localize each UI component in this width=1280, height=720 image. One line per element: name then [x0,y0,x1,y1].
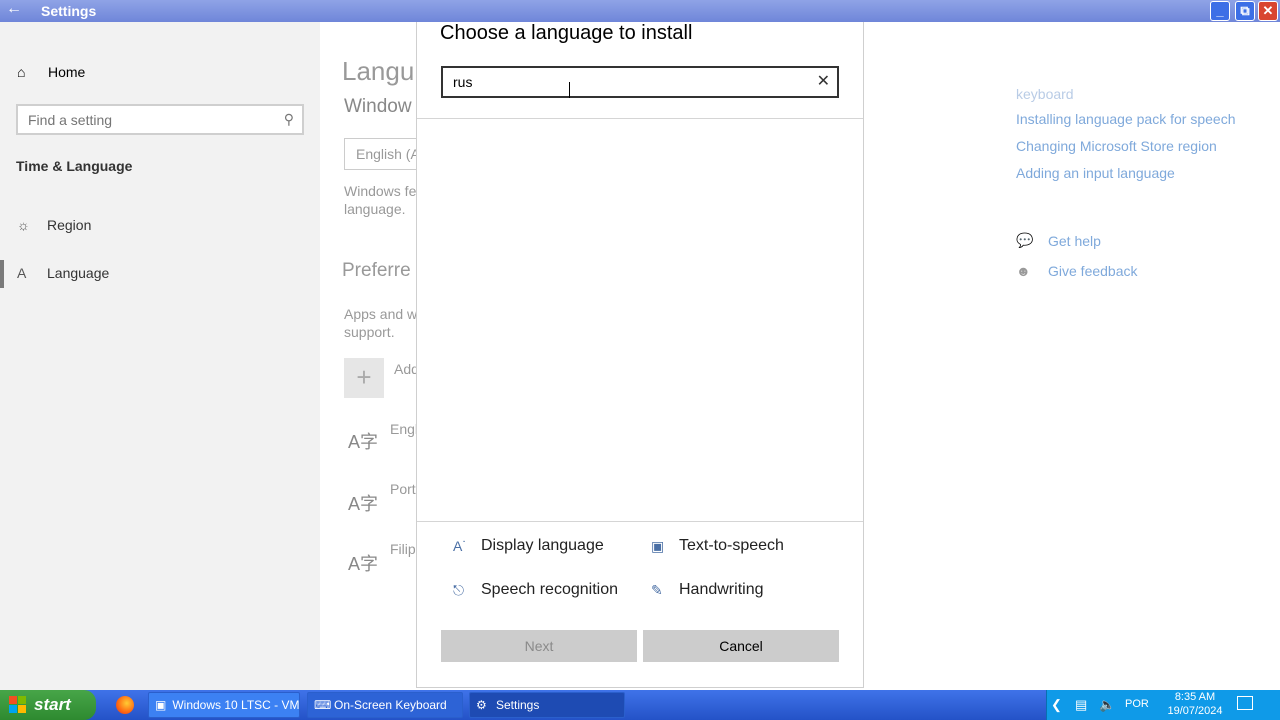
system-tray: ❮ ▤ 🔈 POR 8:35 AM 19/07/2024 [1046,690,1280,720]
active-indicator [0,260,4,288]
feature-handwriting: ✎ Handwriting [651,581,763,599]
microphone-icon: ⎋ [453,581,465,598]
text-cursor-icon [569,82,573,98]
feature-speech-recognition: ⎋ Speech recognition [453,581,618,599]
taskbar-item-vm[interactable]: ▣ Windows 10 LTSC - VM... [148,692,300,718]
language-search-input[interactable] [443,68,803,96]
gear-icon: ⚙ [476,698,487,712]
globe-icon: ☼ [17,217,30,233]
page-title: Langu [342,56,415,86]
find-setting-search: ⚲ [16,104,304,135]
feature-text-to-speech: ▣ Text-to-speech [651,537,784,555]
nav-home[interactable]: ⌂ Home [17,64,85,80]
description-text: Apps and w [344,306,418,322]
clock-time[interactable]: 8:35 AM [1165,691,1225,703]
firefox-icon[interactable] [116,696,134,714]
language-icon: A字 [348,494,379,514]
sidebar-item-region[interactable]: ☼ Region [17,217,91,233]
sidebar-item-label: Region [47,217,92,233]
language-icon: А [17,265,27,281]
clock-date[interactable]: 19/07/2024 [1161,705,1229,717]
volume-muted-icon[interactable]: 🔈 [1099,697,1115,713]
cancel-button[interactable]: Cancel [643,630,839,662]
home-icon: ⌂ [17,64,26,80]
next-button[interactable]: Next [441,630,637,662]
feature-label: Text-to-speech [679,537,784,554]
section-subtitle: Window [344,96,412,117]
task-label: Windows 10 LTSC - VM... [172,698,300,712]
language-item[interactable]: Port [390,481,416,497]
windows-logo-icon [9,696,26,713]
related-link-input-language[interactable]: Adding an input language [1016,165,1175,181]
keyboard-icon: ⌨ [314,698,332,712]
search-icon[interactable]: ⚲ [284,111,294,128]
description-text: language. [344,201,406,217]
related-link-partial[interactable]: keyboard [1016,86,1074,102]
language-search-box: ✕ [441,66,839,98]
preferred-languages-heading: Preferre [342,260,411,281]
language-item[interactable]: Engl [390,421,418,437]
give-feedback-link[interactable]: ☻ Give feedback [1016,263,1138,279]
help-chat-icon: 💬 [1016,232,1034,248]
language-icon: A字 [348,432,379,452]
window-title: Settings [41,3,97,19]
feature-label: Display language [481,537,604,554]
taskbar-item-settings[interactable]: ⚙ Settings [469,692,625,718]
nav-home-label: Home [48,64,86,80]
divider [417,118,863,119]
task-label: On-Screen Keyboard [334,698,447,712]
handwriting-icon: ✎ [651,581,663,598]
close-button[interactable]: ✕ [1258,1,1278,21]
get-help-label: Get help [1048,232,1101,249]
feedback-person-icon: ☻ [1016,263,1031,279]
title-bar: ← Settings _ ⧉ ✕ [0,0,1280,22]
notification-icon[interactable] [1237,696,1253,710]
feature-label: Speech recognition [481,581,618,598]
feature-display-language: A˙ Display language [453,537,604,555]
network-icon[interactable]: ▤ [1075,697,1087,713]
language-icon: A字 [348,554,379,574]
related-link-speech-pack[interactable]: Installing language pack for speech [1016,111,1235,127]
add-language-button[interactable]: + [344,358,384,398]
description-text: Windows fe [344,183,417,199]
start-label: start [34,695,71,714]
display-language-icon: A˙ [453,538,467,554]
text-to-speech-icon: ▣ [651,537,665,554]
related-link-store-region[interactable]: Changing Microsoft Store region [1016,138,1217,154]
language-item[interactable]: Filip [390,541,416,557]
chevron-left-icon[interactable]: ❮ [1051,697,1062,713]
virtualbox-icon: ▣ [155,698,167,712]
taskbar-item-osk[interactable]: ⌨ On-Screen Keyboard [307,692,463,718]
find-setting-input[interactable] [18,106,268,133]
feature-label: Handwriting [679,581,764,598]
description-text: support. [344,324,395,340]
taskbar: start ▣ Windows 10 LTSC - VM... ⌨ On-Scr… [0,690,1280,720]
back-arrow-icon[interactable]: ← [6,0,30,22]
clear-search-icon[interactable]: ✕ [817,71,830,91]
start-button[interactable]: start [0,690,96,720]
give-feedback-label: Give feedback [1048,263,1138,279]
sidebar: ⌂ Home ⚲ Time & Language ☼ Region А Lang… [0,22,320,690]
choose-language-dialog: Choose a language to install ✕ A˙ Displa… [416,22,864,688]
nav-section-title: Time & Language [16,158,133,174]
minimize-button[interactable]: _ [1210,1,1230,21]
sidebar-item-label: Language [47,265,110,281]
task-label: Settings [496,698,540,712]
input-language-indicator[interactable]: POR [1125,698,1149,710]
maximize-button[interactable]: ⧉ [1235,1,1255,21]
sidebar-item-language[interactable]: А Language [17,265,109,281]
dialog-title: Choose a language to install [440,22,693,44]
get-help-link[interactable]: 💬 Get help [1016,232,1101,249]
divider [417,521,863,522]
